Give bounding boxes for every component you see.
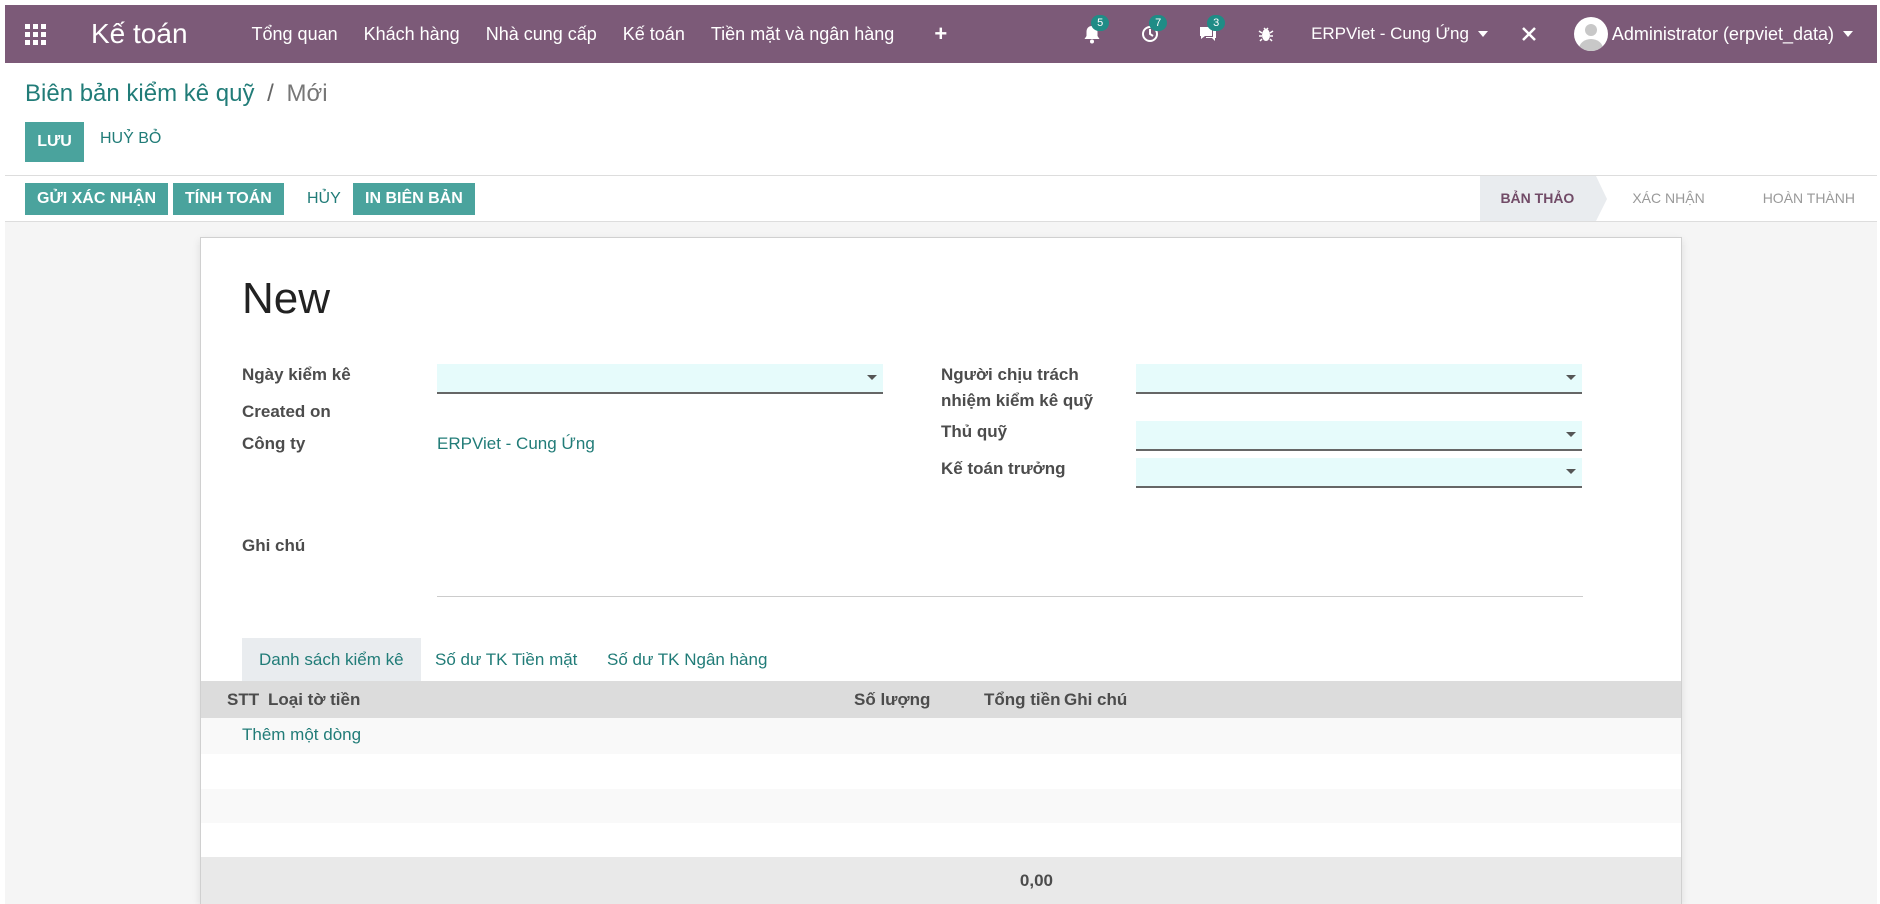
responsible-field[interactable] — [1136, 364, 1582, 394]
breadcrumb: Biên bản kiểm kê quỹ / Mới — [25, 80, 328, 108]
menu-item-customers[interactable]: Khách hàng — [364, 24, 460, 45]
systray: 5 7 3 ERPViet - Cung Ứng Administrator (… — [1079, 5, 1877, 63]
menu-item-cash-bank[interactable]: Tiền mặt và ngân hàng — [711, 24, 894, 45]
notification-count-badge: 5 — [1091, 15, 1110, 31]
column-header-denomination[interactable]: Loại tờ tiền — [268, 690, 360, 710]
message-count-badge: 3 — [1207, 15, 1226, 31]
column-header-stt[interactable]: STT — [227, 690, 259, 710]
date-field[interactable] — [437, 364, 883, 394]
chief-accountant-field[interactable] — [1136, 458, 1582, 488]
responsible-label-line2: nhiệm kiểm kê quỹ — [941, 391, 1094, 410]
column-header-total[interactable]: Tổng tiền — [984, 690, 1060, 710]
company-value[interactable]: ERPViet - Cung Ứng — [437, 434, 595, 454]
created-on-label: Created on — [242, 402, 331, 421]
stage-confirmed[interactable]: Xác nhận — [1596, 176, 1726, 221]
chevron-down-icon — [1843, 31, 1853, 37]
add-line-link[interactable]: Thêm một dòng — [242, 725, 361, 745]
status-bar: Gửi xác nhận Tính toán Hủy In biên bản B… — [5, 175, 1877, 222]
total-amount: 0,00 — [1019, 871, 1053, 890]
stage-draft: Bản thảo — [1480, 176, 1608, 221]
table-header: STT Loại tờ tiền Số lượng Tổng tiền Ghi … — [201, 681, 1681, 718]
note-label: Ghi chú — [242, 536, 306, 555]
bell-icon[interactable]: 5 — [1079, 15, 1110, 47]
table-footer: 0,00 — [201, 857, 1681, 904]
notebook-tabs: Danh sách kiểm kê Số dư TK Tiền mặt Số d… — [201, 638, 1681, 681]
cashier-label: Thủ quỹ — [941, 422, 1008, 441]
note-field[interactable] — [437, 596, 1583, 597]
form-sheet: New Ngày kiểm kê Created on Công ty ERPV… — [200, 237, 1682, 904]
stage-done[interactable]: Hoàn thành — [1727, 176, 1877, 221]
app-brand[interactable]: Kế toán — [91, 18, 188, 50]
debug-bug-icon[interactable] — [1253, 21, 1279, 47]
menu-item-accounting[interactable]: Kế toán — [623, 24, 685, 45]
chevron-down-icon — [867, 375, 877, 380]
table-row — [201, 789, 1681, 823]
menu-item-overview[interactable]: Tổng quan — [252, 24, 338, 45]
company-switcher[interactable]: ERPViet - Cung Ứng — [1311, 24, 1488, 44]
chevron-down-icon — [1566, 432, 1576, 437]
activity-count-badge: 7 — [1149, 15, 1168, 31]
avatar — [1573, 17, 1608, 51]
breadcrumb-parent[interactable]: Biên bản kiểm kê quỹ — [25, 80, 254, 107]
apps-menu-icon[interactable] — [5, 5, 65, 63]
cashier-field[interactable] — [1136, 421, 1582, 451]
activity-clock-icon[interactable]: 7 — [1137, 15, 1168, 47]
add-menu-icon[interactable]: + — [934, 21, 947, 47]
top-navbar: Kế toán Tổng quan Khách hàng Nhà cung cấ… — [5, 5, 1877, 63]
column-header-quantity[interactable]: Số lượng — [854, 690, 930, 710]
breadcrumb-separator: / — [267, 80, 274, 107]
tab-cash-balance[interactable]: Số dư TK Tiền mặt — [418, 638, 594, 681]
company-label: Công ty — [242, 434, 306, 453]
chevron-down-icon — [1477, 31, 1488, 37]
table-row — [201, 754, 1681, 789]
company-name: ERPViet - Cung Ứng — [1311, 24, 1469, 43]
compute-button[interactable]: Tính toán — [173, 183, 284, 215]
chat-icon[interactable]: 3 — [1195, 15, 1226, 47]
user-name: Administrator (erpviet_data) — [1611, 23, 1834, 44]
record-title: New — [242, 274, 331, 323]
table-row — [201, 823, 1681, 857]
discard-button[interactable]: Huỷ bỏ — [100, 130, 161, 148]
date-label: Ngày kiểm kê — [242, 365, 351, 384]
breadcrumb-current: Mới — [286, 80, 328, 107]
tools-close-icon[interactable] — [1516, 21, 1542, 47]
tab-bank-balance[interactable]: Số dư TK Ngân hàng — [590, 638, 784, 681]
menu-item-vendors[interactable]: Nhà cung cấp — [486, 24, 597, 45]
send-confirm-button[interactable]: Gửi xác nhận — [25, 183, 169, 215]
chevron-down-icon — [1566, 375, 1576, 380]
cancel-button[interactable]: Hủy — [295, 183, 353, 215]
table-row — [201, 718, 1681, 754]
save-button[interactable]: Lưu — [25, 122, 84, 162]
responsible-label-line1: Người chịu trách — [941, 365, 1079, 384]
chevron-down-icon — [1566, 469, 1576, 474]
responsible-label: Người chịu trách nhiệm kiểm kê quỹ — [941, 362, 1093, 414]
user-menu[interactable]: Administrator (erpviet_data) — [1573, 17, 1853, 51]
main-menu: Tổng quan Khách hàng Nhà cung cấp Kế toá… — [252, 21, 974, 47]
print-report-button[interactable]: In biên bản — [353, 183, 475, 215]
chief-accountant-label: Kế toán trưởng — [941, 459, 1066, 478]
column-header-note[interactable]: Ghi chú — [1064, 690, 1127, 710]
stage-pipeline: Bản thảo Xác nhận Hoàn thành — [1480, 176, 1877, 221]
tab-inventory-list[interactable]: Danh sách kiểm kê — [242, 638, 421, 681]
